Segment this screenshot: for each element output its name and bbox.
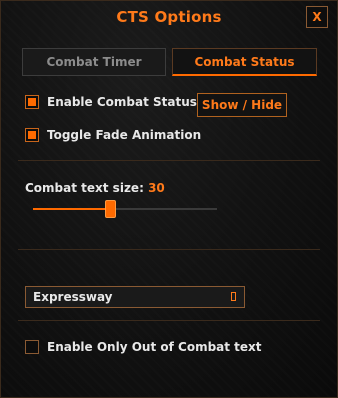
tab-combat-status[interactable]: Combat Status: [172, 48, 317, 76]
only-out-of-combat-label: Enable Only Out of Combat text: [47, 340, 262, 354]
text-size-slider-track[interactable]: [33, 208, 217, 210]
checkbox-checked-mark: [28, 98, 36, 106]
dropdown-arrow-icon: [231, 292, 236, 301]
section-divider: [18, 249, 320, 250]
toggle-fade-animation-label: Toggle Fade Animation: [47, 128, 202, 142]
tab-combat-timer[interactable]: Combat Timer: [22, 48, 166, 76]
section-divider: [18, 320, 320, 321]
font-dropdown-value: Expressway: [33, 290, 113, 304]
combat-text-size-caption: Combat text size:: [25, 181, 144, 195]
close-button[interactable]: X: [306, 6, 328, 28]
font-dropdown[interactable]: Expressway: [25, 286, 245, 308]
only-out-of-combat-checkbox[interactable]: [25, 340, 39, 354]
combat-text-size-label: Combat text size: 30: [25, 181, 165, 195]
section-divider: [18, 160, 320, 161]
text-size-slider-thumb[interactable]: [105, 200, 116, 218]
checkbox-checked-mark: [28, 131, 36, 139]
toggle-fade-animation-checkbox[interactable]: [25, 128, 39, 142]
combat-text-size-value: 30: [148, 181, 165, 195]
show-hide-button[interactable]: Show / Hide: [197, 93, 287, 117]
enable-combat-status-label: Enable Combat Status: [47, 95, 197, 109]
enable-combat-status-checkbox[interactable]: [25, 95, 39, 109]
text-size-slider-fill: [33, 208, 111, 210]
window-title: CTS Options: [116, 8, 222, 26]
